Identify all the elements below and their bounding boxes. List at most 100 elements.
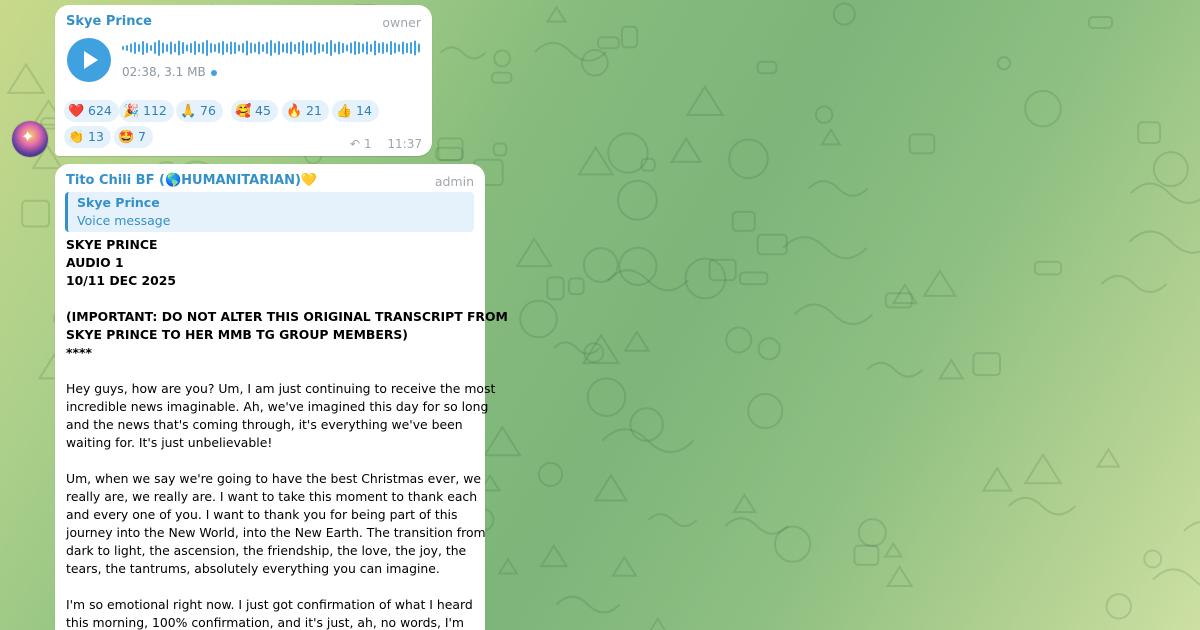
waveform-bar — [246, 40, 248, 56]
waveform-bar — [322, 44, 324, 52]
wallpaper-doodle — [546, 276, 565, 301]
reply-count[interactable]: 1 — [364, 137, 372, 151]
clapping-hands-icon: 👏 — [68, 130, 85, 145]
reaction-count: 76 — [200, 103, 216, 118]
wallpaper-doodle — [922, 268, 958, 297]
wallpaper-doodle — [747, 392, 784, 430]
waveform-bar — [294, 44, 296, 52]
waveform-bar — [158, 40, 160, 56]
wallpaper-doodle — [756, 60, 778, 75]
text-line: Hey guys, how are you? Um, I am just con… — [66, 381, 496, 396]
wallpaper-doodle — [620, 25, 639, 49]
wallpaper-doodle — [490, 71, 513, 84]
waveform-bar — [226, 43, 228, 53]
wallpaper-doodle — [1152, 568, 1200, 586]
wallpaper-doodle — [534, 41, 607, 62]
waveform-bar — [338, 41, 340, 55]
wallpaper-doodle — [866, 361, 924, 378]
text-line: incredible news imaginable. Ah, we've im… — [66, 399, 489, 414]
wallpaper-doodle — [647, 513, 698, 528]
voice-message-bubble[interactable]: Skye Prince owner 02:38, 3.1 MB ❤️ 624 🎉 1… — [55, 5, 432, 156]
waveform-bar — [358, 42, 360, 54]
star-struck-icon: 🤩 — [118, 130, 135, 145]
wallpaper-doodle — [1101, 274, 1168, 294]
text-line: and every one of you. I want to thank yo… — [66, 507, 458, 522]
reaction-clap[interactable]: 👏 13 — [64, 126, 111, 148]
sender-role: owner — [382, 15, 421, 30]
reaction-love-face[interactable]: 🥰 45 — [231, 100, 278, 122]
waveform[interactable] — [122, 40, 422, 56]
waveform-bar — [410, 42, 412, 54]
reaction-count: 21 — [306, 103, 322, 118]
wallpaper-doodle — [1128, 230, 1200, 254]
smiling-face-hearts-icon: 🥰 — [235, 104, 252, 119]
reaction-pray[interactable]: 🙏 76 — [176, 100, 223, 122]
wallpaper-doodle — [539, 543, 569, 568]
praying-hands-icon: 🙏 — [180, 104, 197, 119]
avatar[interactable]: ✦ — [12, 121, 48, 157]
reaction-heart[interactable]: ❤️ 624 — [64, 100, 119, 122]
wallpaper-doodle — [782, 236, 868, 260]
wallpaper-doodle — [669, 136, 703, 163]
wallpaper-doodle — [593, 473, 629, 502]
waveform-bar — [178, 40, 180, 56]
transcript-message-bubble[interactable]: Tito Chili BF (🌎HUMANITARIAN)💛 admin Sky… — [55, 164, 508, 630]
text-line: SKYE PRINCE TO HER MMB TG GROUP MEMBERS) — [66, 327, 408, 342]
wallpaper-doodle — [611, 555, 638, 577]
wallpaper-doodle — [1105, 593, 1132, 620]
waveform-bar — [282, 43, 284, 53]
waveform-bar — [378, 43, 380, 53]
reply-icon[interactable]: ↶ — [350, 137, 360, 151]
wallpaper-doodle — [793, 303, 874, 326]
waveform-bar — [402, 41, 404, 55]
wallpaper-doodle — [885, 565, 914, 588]
wallpaper-doodle — [1143, 549, 1163, 569]
waveform-bar — [126, 45, 128, 51]
text-line: (IMPORTANT: DO NOT ALTER THIS ORIGINAL T… — [66, 309, 508, 324]
wallpaper-doodle — [1023, 452, 1063, 485]
reaction-count: 14 — [356, 103, 372, 118]
waveform-bar — [214, 44, 216, 52]
wallpaper-doodle — [492, 142, 508, 157]
waveform-bar — [382, 42, 384, 54]
waveform-bar — [302, 40, 304, 56]
wallpaper-doodle — [857, 518, 887, 548]
wallpaper-doodle — [1152, 151, 1189, 188]
waveform-bar — [342, 43, 344, 53]
waveform-bar — [386, 43, 388, 53]
wallpaper-doodle — [439, 46, 486, 60]
wallpaper-doodle — [938, 358, 965, 380]
reaction-fire[interactable]: 🔥 21 — [282, 100, 329, 122]
wallpaper-doodle — [908, 133, 936, 155]
waveform-bar — [174, 43, 176, 53]
waveform-bar — [286, 42, 288, 54]
waveform-bar — [182, 42, 184, 54]
message-meta: ↶ 1 11:37 — [350, 137, 422, 151]
wallpaper-doodle — [756, 233, 788, 256]
wallpaper-doodle — [649, 616, 666, 630]
reaction-star-struck[interactable]: 🤩 7 — [114, 126, 153, 148]
waveform-bar — [262, 44, 264, 52]
wallpaper-doodle — [586, 377, 627, 417]
waveform-bar — [230, 41, 232, 55]
play-button[interactable] — [67, 38, 111, 82]
wallpaper-doodle — [567, 277, 585, 296]
text-line: AUDIO 1 — [66, 255, 124, 270]
text-line: this morning, 100% confirmation, and it'… — [66, 615, 464, 630]
waveform-bar — [122, 46, 124, 50]
reaction-party[interactable]: 🎉 112 — [119, 100, 174, 122]
waveform-bar — [254, 43, 256, 53]
waveform-bar — [250, 42, 252, 54]
text-line: journey into the New World, into the New… — [66, 525, 486, 540]
waveform-bar — [270, 40, 272, 56]
waveform-bar — [238, 44, 240, 52]
text-line: SKYE PRINCE — [66, 237, 158, 252]
waveform-bar — [274, 43, 276, 53]
waveform-bar — [154, 42, 156, 54]
wallpaper-doodle — [1129, 182, 1200, 204]
sender-name[interactable]: Tito Chili BF (🌎HUMANITARIAN)💛 — [66, 173, 317, 188]
waveform-bar — [370, 44, 372, 52]
sender-name[interactable]: Skye Prince — [66, 14, 152, 29]
reply-quote[interactable]: Skye Prince Voice message — [65, 192, 474, 232]
reaction-thumbs-up[interactable]: 👍 14 — [332, 100, 379, 122]
